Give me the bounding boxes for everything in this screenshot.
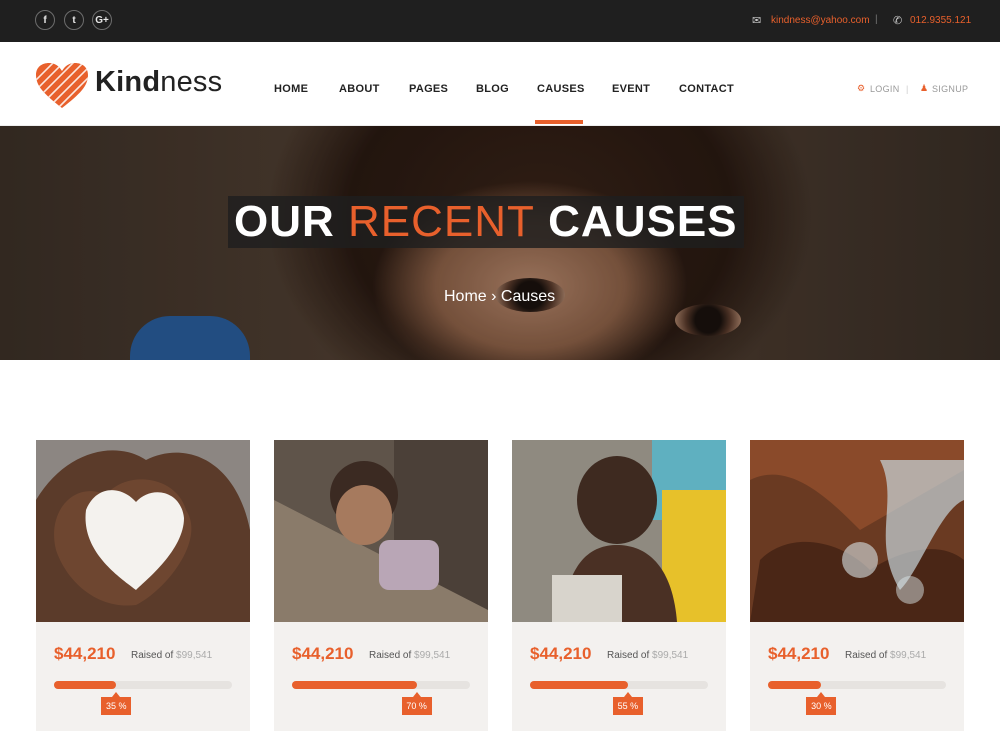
divider: | — [906, 84, 909, 94]
breadcrumb[interactable]: Home › Causes — [444, 288, 555, 306]
raised-goal: Raised of $99,541 — [369, 650, 451, 661]
google-plus-icon[interactable]: G+ — [92, 10, 112, 30]
nav-home[interactable]: HOME — [274, 83, 308, 95]
raised-goal: Raised of $99,541 — [607, 650, 689, 661]
raised-amount: $44,210 — [292, 644, 354, 663]
cause-card[interactable]: $44,210 Raised of $99,541 55 % — [512, 440, 726, 731]
hero-banner: OUR RECENT CAUSES Home › Causes — [0, 126, 1000, 360]
phone-icon: ✆ — [893, 15, 903, 27]
brand-logo-text[interactable]: Kindness — [95, 66, 222, 99]
login-link[interactable]: LOGIN — [870, 84, 900, 94]
lock-icon: ⚙ — [857, 83, 866, 93]
cause-card[interactable]: $44,210 Raised of $99,541 30 % — [750, 440, 964, 731]
progress-bar — [54, 681, 232, 689]
nav-pages[interactable]: PAGES — [409, 83, 448, 95]
cause-card[interactable]: $44,210 Raised of $99,541 35 % — [36, 440, 250, 731]
progress-percent-badge: 70 % — [401, 692, 432, 715]
envelope-icon: ✉ — [752, 15, 762, 27]
progress-percent-badge: 55 % — [612, 692, 643, 715]
cause-image-child-window[interactable] — [274, 440, 488, 622]
raised-amount: $44,210 — [54, 644, 116, 663]
progress-percent-badge: 30 % — [806, 692, 837, 715]
contact-email[interactable]: kindness@yahoo.com — [771, 15, 870, 26]
progress-bar — [292, 681, 470, 689]
divider: | — [875, 14, 878, 25]
progress-bar — [768, 681, 946, 689]
nav-event[interactable]: EVENT — [612, 83, 650, 95]
raised-goal: Raised of $99,541 — [131, 650, 213, 661]
raised-amount: $44,210 — [530, 644, 592, 663]
signup-link[interactable]: SIGNUP — [932, 84, 968, 94]
nav-about[interactable]: ABOUT — [339, 83, 380, 95]
facebook-icon[interactable]: f — [35, 10, 55, 30]
page-title: OUR RECENT CAUSES — [228, 196, 744, 248]
user-icon: ♟ — [920, 83, 929, 93]
progress-fill — [54, 681, 117, 689]
nav-causes[interactable]: CAUSES — [537, 83, 585, 95]
twitter-icon[interactable]: t — [64, 10, 84, 30]
heart-logo-icon[interactable] — [34, 62, 90, 110]
cause-image-water-hands[interactable] — [750, 440, 964, 622]
cause-card[interactable]: $44,210 Raised of $99,541 70 % — [274, 440, 488, 731]
site-header: Kindness HOME ABOUT PAGES BLOG CAUSES EV… — [0, 42, 1000, 126]
progress-percent-badge: 35 % — [101, 692, 132, 715]
nav-blog[interactable]: BLOG — [476, 83, 509, 95]
progress-fill — [530, 681, 628, 689]
cause-image-child-eating[interactable] — [512, 440, 726, 622]
cause-image-rice-hands[interactable] — [36, 440, 250, 622]
nav-contact[interactable]: CONTACT — [679, 83, 734, 95]
progress-fill — [292, 681, 417, 689]
active-nav-indicator — [535, 120, 583, 124]
progress-fill — [768, 681, 822, 689]
contact-phone[interactable]: 012.9355.121 — [910, 15, 971, 26]
progress-bar — [530, 681, 708, 689]
top-bar: f t G+ ✉ kindness@yahoo.com | ✆ 012.9355… — [0, 0, 1000, 42]
raised-amount: $44,210 — [768, 644, 830, 663]
raised-goal: Raised of $99,541 — [845, 650, 927, 661]
